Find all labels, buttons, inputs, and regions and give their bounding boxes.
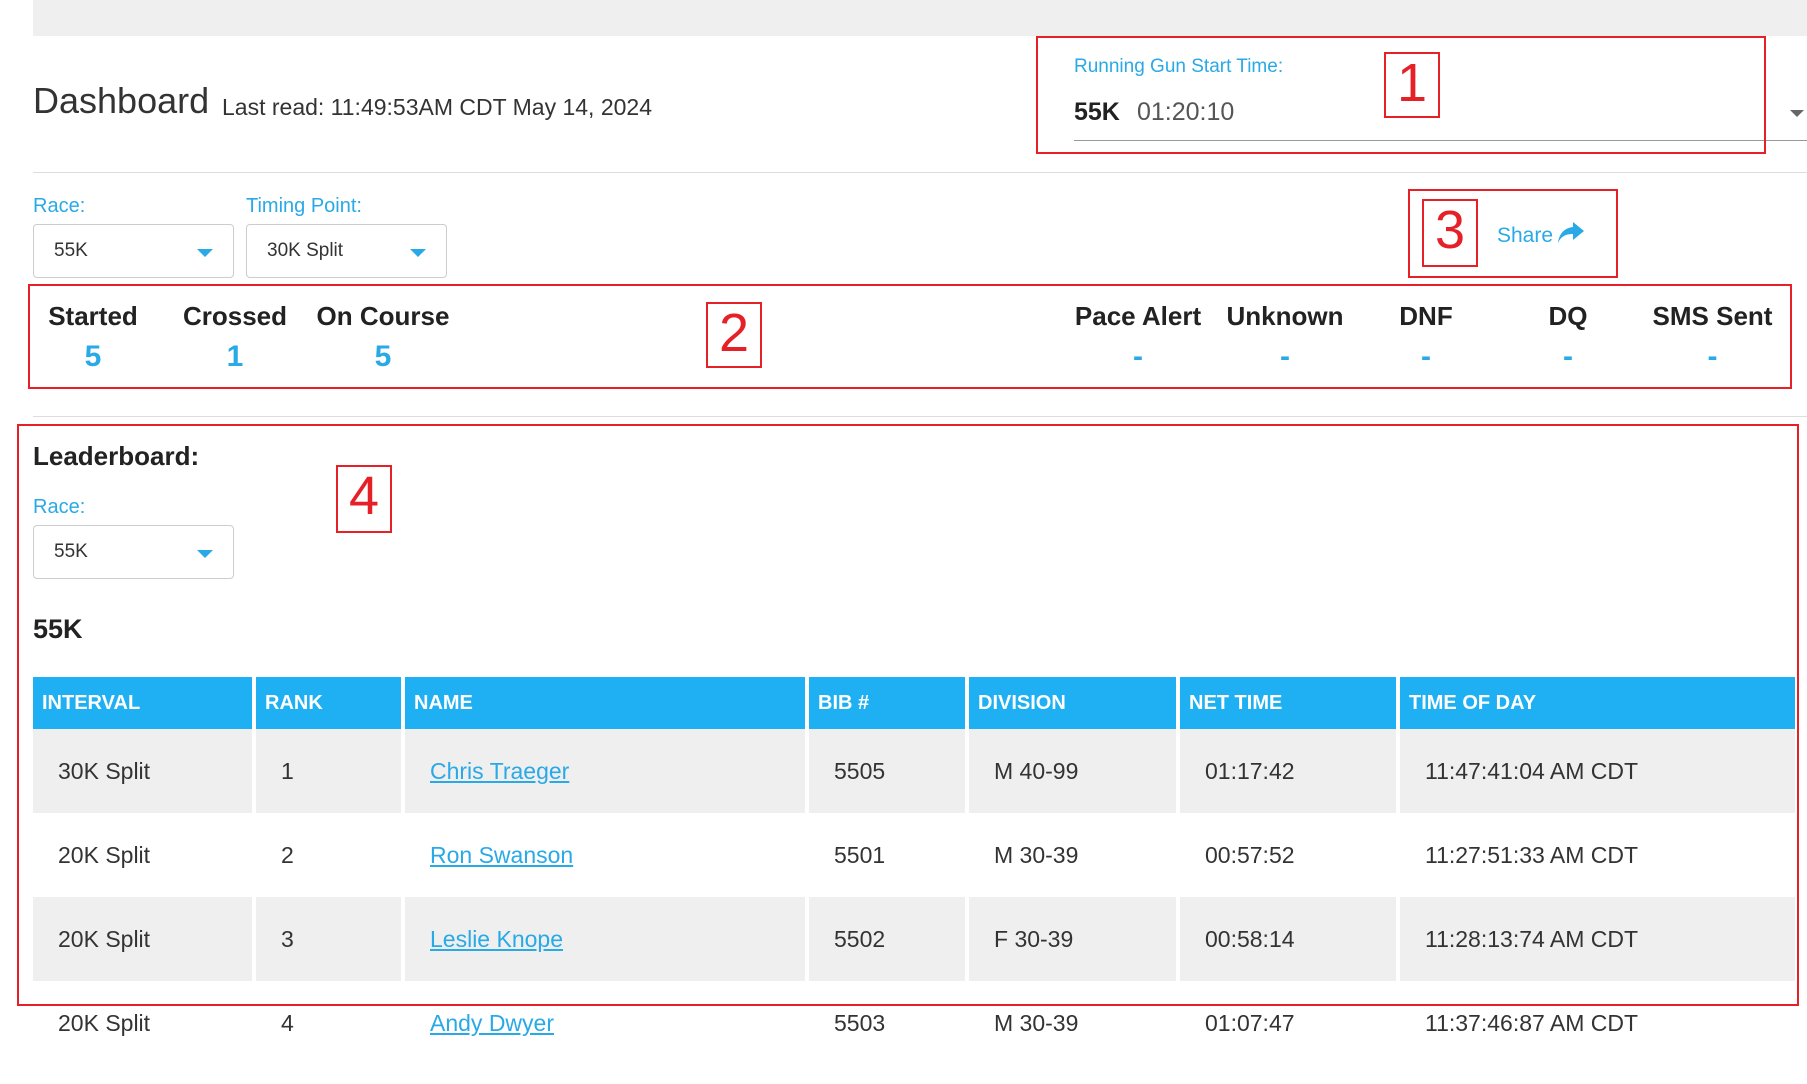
timing-point-label: Timing Point: [246, 195, 362, 217]
annotation-number-3: 3 [1422, 199, 1478, 267]
annotation-box-4 [17, 424, 1799, 1006]
timing-point-select[interactable]: 30K Split [246, 224, 447, 278]
chevron-down-icon [410, 249, 426, 257]
divider [33, 172, 1807, 173]
race-label: Race: [33, 195, 86, 217]
athlete-name-link[interactable]: Andy Dwyer [430, 1010, 554, 1036]
last-read-text: Last read: 11:49:53AM CDT May 14, 2024 [222, 94, 653, 120]
race-select-value: 55K [54, 240, 88, 261]
annotation-box-2 [28, 284, 1792, 389]
divider [33, 416, 1807, 417]
chevron-down-icon [197, 249, 213, 257]
top-bar [33, 0, 1807, 36]
annotation-number-4: 4 [336, 465, 392, 533]
annotation-number-1: 1 [1384, 52, 1440, 118]
race-select[interactable]: 55K [33, 224, 234, 278]
chevron-down-icon[interactable] [1790, 110, 1804, 117]
annotation-number-2: 2 [706, 302, 762, 368]
timing-point-select-value: 30K Split [267, 240, 344, 261]
page-title: Dashboard [33, 80, 210, 121]
